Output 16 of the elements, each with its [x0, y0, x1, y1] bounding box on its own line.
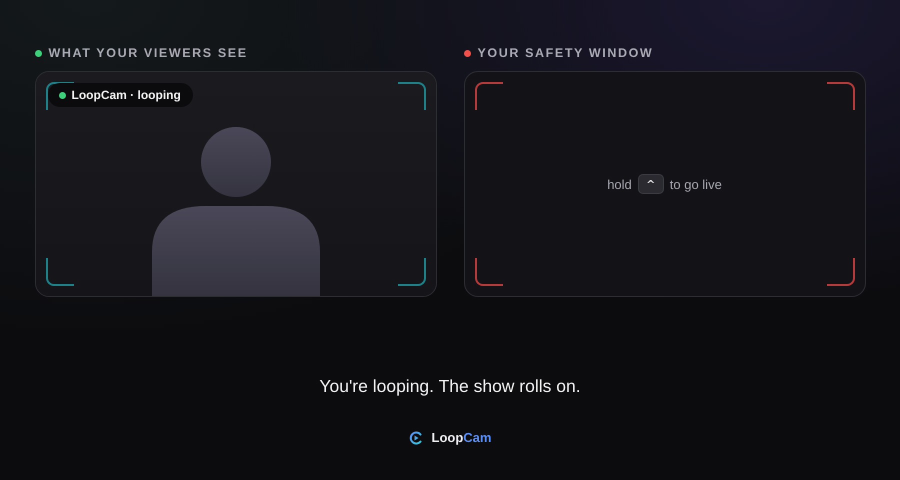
corner-bracket [46, 258, 74, 286]
panel-label: WHAT YOUR VIEWERS SEE [48, 46, 248, 60]
hint-text: hold [607, 176, 632, 192]
brand-name: LoopCam [432, 430, 492, 445]
logo-icon [408, 430, 423, 444]
corner-bracket [398, 258, 426, 286]
corner-bracket [826, 258, 854, 286]
corner-bracket [826, 82, 854, 110]
corner-bracket [474, 258, 502, 286]
badge-text: LoopCam · looping [72, 88, 181, 102]
corner-bracket [474, 82, 502, 110]
status-message: You're looping. The show rolls on. [319, 376, 581, 397]
hint-text: to go live [670, 176, 722, 192]
panel-label: YOUR SAFETY WINDOW [478, 46, 654, 60]
key-cap: ^ [638, 174, 664, 194]
corner-bracket [398, 82, 426, 110]
